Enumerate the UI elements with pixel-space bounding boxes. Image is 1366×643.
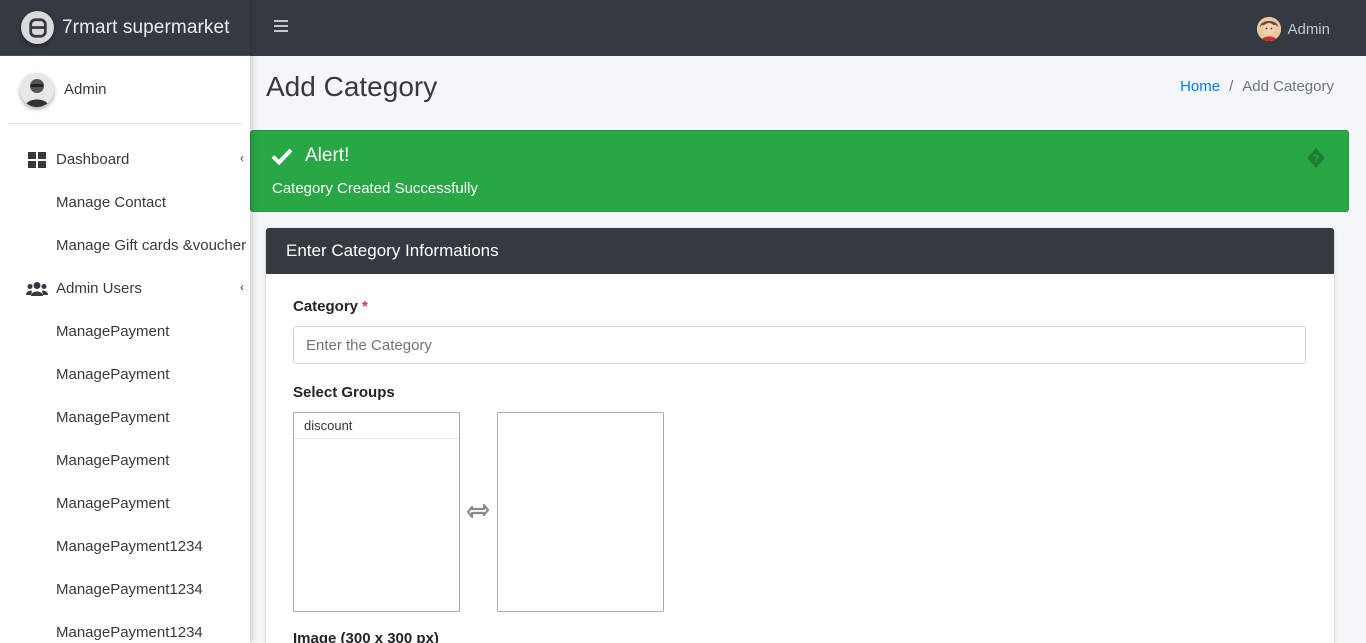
sidebar-item-label: Dashboard	[56, 151, 130, 168]
menu-toggle-icon[interactable]	[274, 20, 288, 34]
alert-heading: Alert!	[271, 145, 349, 167]
select-groups-label: Select Groups	[293, 384, 395, 401]
sidebar-item-label: ManagePayment	[56, 495, 170, 512]
sidebar-item-manage-payment[interactable]: ManagePayment	[0, 439, 250, 482]
user-panel[interactable]: Admin	[8, 56, 242, 124]
sidebar-item-manage-payment[interactable]: ManagePayment	[0, 396, 250, 439]
sidebar-item-label: Manage Gift cards &voucher	[56, 237, 247, 254]
group-option-discount[interactable]: discount	[294, 413, 459, 439]
sidebar-item-manage-payment-1234[interactable]: ManagePayment1234	[0, 568, 250, 611]
top-user-menu[interactable]: Admin	[1257, 17, 1330, 41]
user-avatar	[20, 72, 54, 107]
sidebar-item-manage-gift-cards[interactable]: Manage Gift cards &voucher	[0, 224, 250, 267]
top-user-name: Admin	[1287, 20, 1330, 38]
brand-link[interactable]: 7rmart supermarket	[0, 0, 250, 56]
sidebar-item-manage-payment[interactable]: ManagePayment	[0, 310, 250, 353]
category-label: Category *	[293, 298, 368, 315]
sidebar-item-manage-payment-1234[interactable]: ManagePayment1234	[0, 611, 250, 643]
alert-title: Alert!	[305, 145, 350, 166]
alert-message: Category Created Successfully	[272, 180, 478, 197]
angle-left-icon: ‹	[240, 151, 244, 165]
sidebar-item-label: ManagePayment	[56, 409, 170, 426]
sidebar-item-label: ManagePayment	[56, 452, 170, 469]
card-header: Enter Category Informations	[266, 228, 1334, 274]
th-large-icon	[26, 151, 48, 169]
sidebar: 7rmart supermarket Admin Dashboard ‹ Man…	[0, 0, 250, 643]
swap-arrows-icon[interactable]	[466, 502, 490, 520]
sidebar-item-label: ManagePayment	[56, 366, 170, 383]
available-groups-list[interactable]: discount	[293, 412, 460, 612]
required-mark: *	[362, 298, 368, 315]
brand-name: 7rmart supermarket	[62, 16, 230, 38]
category-input[interactable]	[293, 326, 1306, 364]
sidebar-item-manage-payment[interactable]: ManagePayment	[0, 482, 250, 525]
sidebar-item-label: ManagePayment1234	[56, 624, 203, 641]
category-form-card: Enter Category Informations Category* Se…	[266, 228, 1334, 643]
sidebar-item-label: Manage Contact	[56, 194, 167, 211]
sidebar-item-manage-payment[interactable]: ManagePayment	[0, 353, 250, 396]
breadcrumb-separator: /	[1229, 78, 1234, 95]
angle-left-icon: ‹	[240, 280, 244, 294]
user-name: Admin	[64, 81, 107, 98]
breadcrumb: Home / Add Category	[1180, 78, 1334, 95]
brand-logo-icon	[21, 11, 54, 44]
top-user-avatar	[1257, 17, 1282, 41]
sidebar-item-label: Admin Users	[56, 280, 142, 297]
sidebar-item-manage-contact[interactable]: Manage Contact	[0, 181, 250, 224]
top-navbar: Admin	[250, 0, 1366, 56]
sidebar-item-manage-payment-1234[interactable]: ManagePayment1234	[0, 525, 250, 568]
breadcrumb-home-link[interactable]: Home	[1180, 78, 1220, 95]
selected-groups-list[interactable]	[497, 412, 664, 612]
alert-close-icon[interactable]: ?	[1306, 147, 1326, 169]
sidebar-nav: Dashboard ‹ Manage Contact Manage Gift c…	[0, 124, 250, 643]
breadcrumb-current: Add Category	[1242, 78, 1334, 95]
sidebar-item-dashboard[interactable]: Dashboard ‹	[0, 138, 250, 181]
svg-text:?: ?	[1313, 153, 1320, 165]
page-title: Add Category	[266, 71, 438, 102]
sidebar-item-label: ManagePayment1234	[56, 538, 203, 555]
image-label: Image (300 x 300 px)	[293, 630, 439, 643]
sidebar-item-admin-users[interactable]: Admin Users ‹	[0, 267, 250, 310]
category-label-text: Category	[293, 298, 359, 315]
sidebar-item-label: ManagePayment	[56, 323, 170, 340]
users-icon	[26, 280, 48, 298]
sidebar-item-label: ManagePayment1234	[56, 581, 203, 598]
check-icon	[271, 148, 293, 165]
success-alert: Alert! Category Created Successfully ?	[250, 130, 1349, 212]
